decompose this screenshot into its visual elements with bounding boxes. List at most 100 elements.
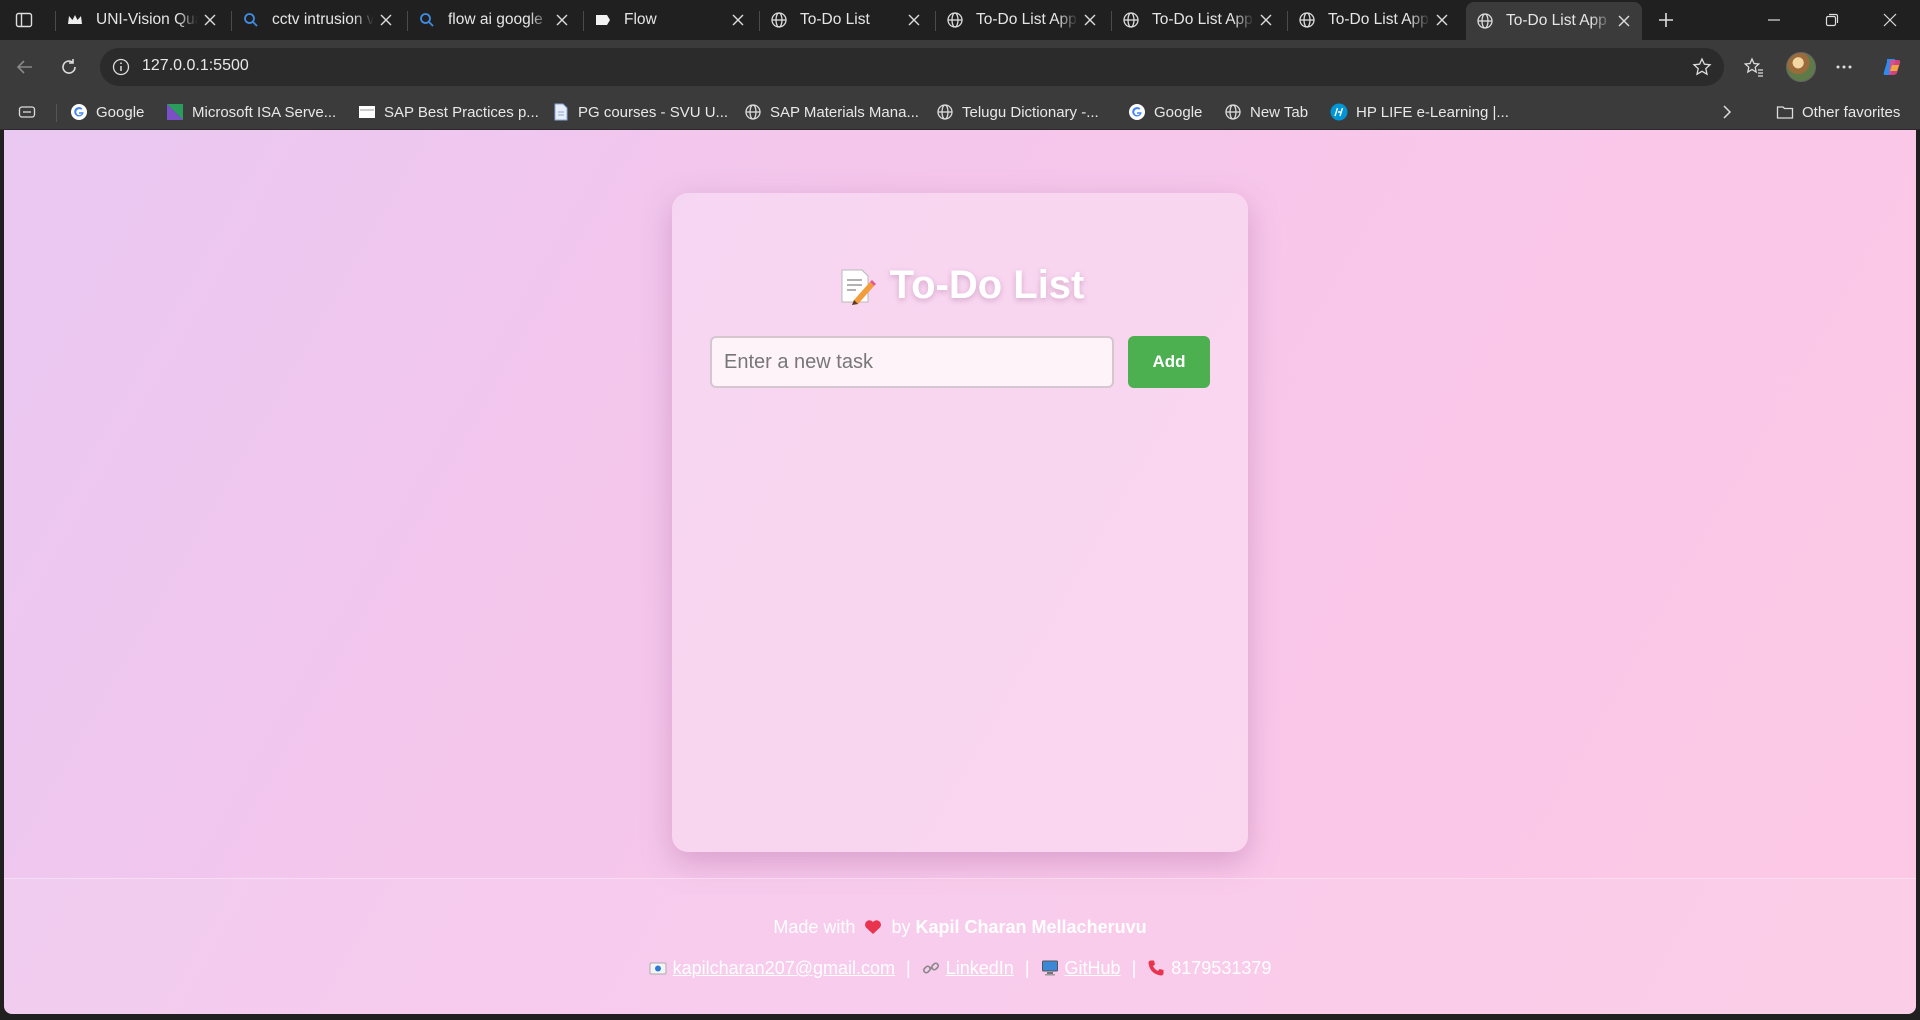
tab-actions-icon[interactable] xyxy=(18,101,44,123)
close-icon[interactable] xyxy=(1078,8,1102,32)
bookmark-pg-courses[interactable]: PG courses - SVU U... xyxy=(552,101,728,123)
back-icon[interactable] xyxy=(10,52,40,82)
tab-7[interactable]: To-Do List App xyxy=(1287,2,1460,38)
author-name: Kapil Charan Mellacheruvu xyxy=(915,917,1147,937)
search-icon xyxy=(418,11,436,29)
tab-strip: UNI-Vision Qua cctv intrusion v flow ai … xyxy=(0,0,1920,40)
close-icon[interactable] xyxy=(1612,9,1636,33)
phone-icon xyxy=(1148,960,1164,976)
bookmark-divider xyxy=(56,104,57,122)
restore-icon[interactable] xyxy=(1804,0,1860,40)
close-icon[interactable] xyxy=(374,8,398,32)
separator: | xyxy=(1131,958,1137,978)
globe-icon xyxy=(1224,103,1242,121)
bookmark-label: Google xyxy=(1154,103,1203,121)
bookmark-label: Telugu Dictionary -... xyxy=(962,103,1099,121)
page-title: To-Do List xyxy=(672,263,1248,308)
close-icon[interactable] xyxy=(726,8,750,32)
tab-1[interactable]: cctv intrusion v xyxy=(231,2,404,38)
bookmark-google[interactable]: Google xyxy=(70,101,144,123)
tab-8-active[interactable]: To-Do List App xyxy=(1466,2,1642,40)
by-text: by xyxy=(891,917,911,937)
bookmark-microsoft-isa[interactable]: Microsoft ISA Serve... xyxy=(166,101,336,123)
site-info-icon[interactable] xyxy=(112,58,130,76)
minimize-icon[interactable] xyxy=(1746,0,1802,40)
tab-title: To-Do List App xyxy=(1152,11,1253,28)
bookmark-google-2[interactable]: Google xyxy=(1128,101,1202,123)
bookmark-new-tab[interactable]: New Tab xyxy=(1224,101,1308,123)
separator: | xyxy=(1024,958,1030,978)
bookmark-label: Microsoft ISA Serve... xyxy=(192,103,337,121)
close-icon[interactable] xyxy=(550,8,574,32)
close-icon[interactable] xyxy=(1254,8,1278,32)
other-favorites-label: Other favorites xyxy=(1802,103,1901,121)
window-close-icon[interactable] xyxy=(1862,0,1918,40)
globe-icon xyxy=(1298,11,1316,29)
bookmark-sap-materials[interactable]: SAP Materials Mana... xyxy=(744,101,919,123)
close-icon[interactable] xyxy=(902,8,926,32)
linkedin-link[interactable]: LinkedIn xyxy=(946,958,1014,978)
tab-4[interactable]: To-Do List xyxy=(759,2,932,38)
bookmark-label: SAP Materials Mana... xyxy=(770,103,919,121)
globe-icon xyxy=(946,11,964,29)
page-footer: Made with by Kapil Charan Mellacheruvu k… xyxy=(4,878,1916,1014)
search-icon xyxy=(242,11,260,29)
footer-contacts: kapilcharan207@gmail.com | LinkedIn | Gi… xyxy=(4,958,1916,979)
bookmark-label: HP LIFE e-Learning |... xyxy=(1356,103,1509,121)
bookmark-telugu-dictionary[interactable]: Telugu Dictionary -... xyxy=(936,101,1099,123)
globe-icon xyxy=(936,103,954,121)
globe-icon xyxy=(744,103,762,121)
tab-3[interactable]: Flow xyxy=(583,2,756,38)
footer-credit: Made with by Kapil Charan Mellacheruvu xyxy=(4,917,1916,938)
tab-title: UNI-Vision Qua xyxy=(96,11,198,28)
isa-icon xyxy=(166,103,184,121)
link-icon xyxy=(922,962,939,974)
heart-icon xyxy=(865,920,882,934)
favorites-icon[interactable] xyxy=(1740,53,1768,81)
computer-icon xyxy=(1041,960,1058,976)
email-link[interactable]: kapilcharan207@gmail.com xyxy=(673,958,895,978)
task-list xyxy=(710,413,1210,813)
task-input[interactable] xyxy=(710,336,1114,388)
tab-title: To-Do List App xyxy=(976,11,1077,28)
more-options-icon[interactable] xyxy=(1830,53,1858,81)
tab-2[interactable]: flow ai google xyxy=(407,2,580,38)
tab-5[interactable]: To-Do List App xyxy=(935,2,1108,38)
add-task-button[interactable]: Add xyxy=(1128,336,1210,388)
document-icon xyxy=(552,103,570,121)
title-text: To-Do List xyxy=(889,263,1085,307)
new-tab-icon[interactable] xyxy=(1652,6,1680,34)
other-favorites[interactable]: Other favorites xyxy=(1776,101,1900,123)
profile-avatar[interactable] xyxy=(1786,52,1816,82)
tab-title: To-Do List xyxy=(800,11,870,28)
bookmark-label: Google xyxy=(96,103,145,121)
flow-icon xyxy=(594,11,612,29)
refresh-icon[interactable] xyxy=(54,52,84,82)
copilot-icon[interactable] xyxy=(1878,53,1906,81)
tab-title: flow ai google xyxy=(448,11,543,28)
tab-title: cctv intrusion v xyxy=(272,11,374,28)
more-bookmarks-chevron-icon[interactable] xyxy=(1718,101,1744,123)
github-link[interactable]: GitHub xyxy=(1065,958,1121,978)
bookmark-sap-best-practices[interactable]: SAP Best Practices p... xyxy=(358,101,539,123)
globe-icon xyxy=(1476,12,1494,30)
close-icon[interactable] xyxy=(1430,8,1454,32)
sidebar-toggle-icon[interactable] xyxy=(10,8,38,32)
tab-0[interactable]: UNI-Vision Qua xyxy=(55,2,228,38)
bookmark-hp-life[interactable]: HP LIFE e-Learning |... xyxy=(1330,101,1509,123)
bookmark-label: SAP Best Practices p... xyxy=(384,103,539,121)
page-icon xyxy=(358,103,376,121)
tab-6[interactable]: To-Do List App xyxy=(1111,2,1284,38)
folder-icon xyxy=(1776,103,1794,121)
globe-icon xyxy=(1122,11,1140,29)
address-url[interactable]: 127.0.0.1:5500 xyxy=(142,57,249,75)
memo-icon xyxy=(841,269,876,305)
close-icon[interactable] xyxy=(198,8,222,32)
tab-title: Flow xyxy=(624,11,657,28)
address-bar[interactable]: 127.0.0.1:5500 xyxy=(100,48,1724,86)
tab-title: To-Do List App xyxy=(1506,12,1607,29)
tab-title: To-Do List App xyxy=(1328,11,1429,28)
favorite-star-icon[interactable] xyxy=(1692,57,1712,77)
todo-card: To-Do List Add xyxy=(672,193,1248,852)
crown-icon xyxy=(66,11,84,29)
